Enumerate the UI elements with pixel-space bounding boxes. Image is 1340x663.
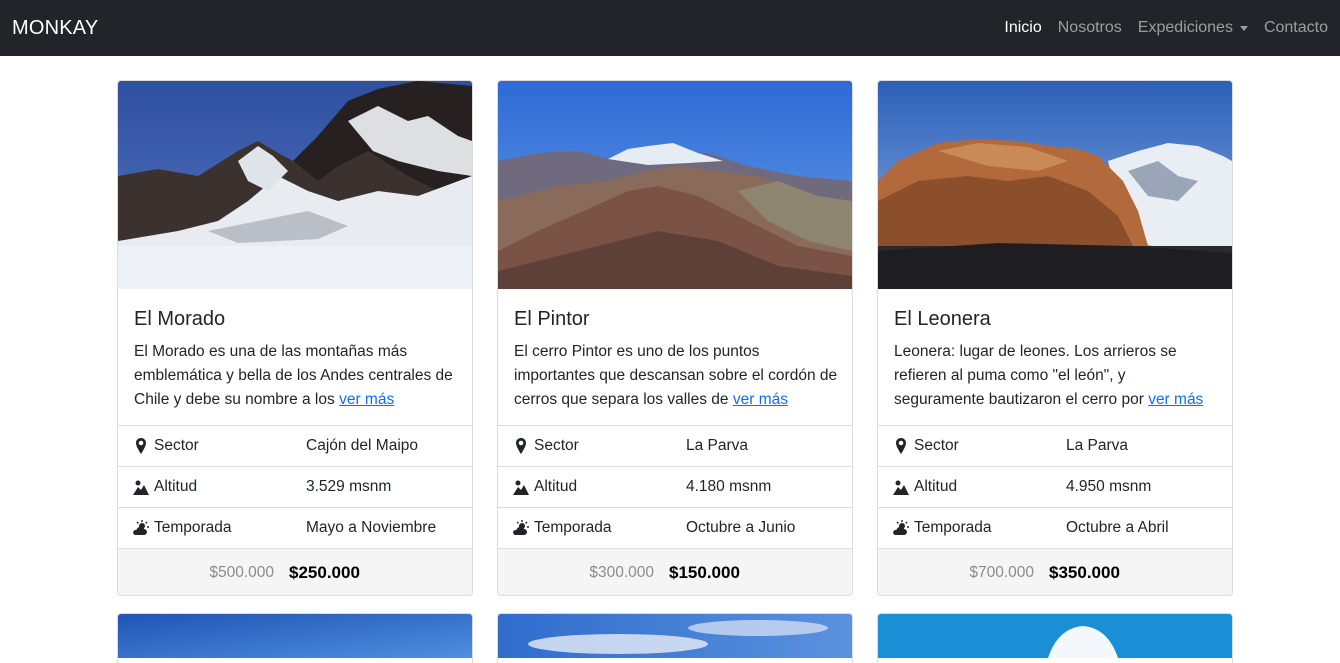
- card-image-el-pintor: [498, 81, 852, 289]
- card-image-el-leonera: [878, 81, 1232, 289]
- row-label: Altitud: [914, 478, 958, 495]
- row-value: Octubre a Junio: [686, 519, 796, 536]
- sun-cloud-icon: [893, 520, 909, 535]
- row-label: Temporada: [154, 519, 232, 536]
- info-row-sector: Sector La Parva: [498, 425, 852, 466]
- sun-cloud-icon: [133, 520, 149, 535]
- ver-mas-link[interactable]: ver más: [1148, 391, 1203, 408]
- row-value: Cajón del Maipo: [306, 437, 419, 454]
- expedition-card: El Pintor El cerro Pintor es uno de los …: [497, 80, 853, 596]
- row-value: 3.529 msnm: [306, 478, 392, 495]
- expedition-card-partial: [877, 613, 1233, 663]
- info-row-altitud: Altitud 4.950 msnm: [878, 466, 1232, 507]
- ver-mas-link[interactable]: ver más: [733, 391, 788, 408]
- card-description-text: Leonera: lugar de leones. Los arrieros s…: [894, 343, 1177, 408]
- row-value: 4.950 msnm: [1066, 478, 1152, 495]
- card-image-el-morado: [118, 81, 472, 289]
- current-price: $350.000: [1049, 563, 1120, 582]
- info-row-sector: Sector Cajón del Maipo: [118, 425, 472, 466]
- row-value: Octubre a Abril: [1066, 519, 1169, 536]
- row-label: Sector: [154, 437, 199, 454]
- info-row-altitud: Altitud 4.180 msnm: [498, 466, 852, 507]
- card-description: El cerro Pintor es uno de los puntos imp…: [514, 340, 838, 412]
- card-title: El Morado: [134, 308, 226, 330]
- card-description-text: El Morado es una de las montañas más emb…: [134, 343, 453, 408]
- mountain-icon: [133, 480, 149, 495]
- row-label: Altitud: [154, 478, 198, 495]
- card-description: Leonera: lugar de leones. Los arrieros s…: [894, 340, 1218, 412]
- row-value: Mayo a Noviembre: [306, 519, 437, 536]
- expedition-cards: El Morado El Morado es una de las montañ…: [0, 0, 1340, 663]
- info-row-temporada: Temporada Mayo a Noviembre: [118, 507, 472, 548]
- map-marker-icon: [896, 438, 906, 454]
- info-row-temporada: Temporada Octubre a Junio: [498, 507, 852, 548]
- mountain-icon: [513, 480, 529, 495]
- info-row-sector: Sector La Parva: [878, 425, 1232, 466]
- info-row-altitud: Altitud 3.529 msnm: [118, 466, 472, 507]
- row-label: Sector: [534, 437, 579, 454]
- card-footer-price: $700.000 $350.000: [878, 548, 1232, 595]
- mountain-icon: [893, 480, 909, 495]
- row-label: Temporada: [534, 519, 612, 536]
- map-marker-icon: [136, 438, 146, 454]
- card-description-text: El cerro Pintor es uno de los puntos imp…: [514, 343, 838, 408]
- info-row-temporada: Temporada Octubre a Abril: [878, 507, 1232, 548]
- ver-mas-link[interactable]: ver más: [339, 391, 394, 408]
- row-value: La Parva: [686, 437, 749, 454]
- card-description: El Morado es una de las montañas más emb…: [134, 340, 458, 412]
- current-price: $250.000: [289, 563, 360, 582]
- sun-cloud-icon: [513, 520, 529, 535]
- card-image-partial: [118, 614, 472, 658]
- card-footer-price: $500.000 $250.000: [118, 548, 472, 595]
- row-value: 4.180 msnm: [686, 478, 772, 495]
- row-label: Sector: [914, 437, 959, 454]
- card-title: El Pintor: [514, 308, 590, 330]
- row-value: La Parva: [1066, 437, 1129, 454]
- old-price: $500.000: [209, 564, 274, 581]
- map-marker-icon: [516, 438, 526, 454]
- expedition-card: El Leonera Leonera: lugar de leones. Los…: [877, 80, 1233, 596]
- card-title: El Leonera: [894, 308, 991, 330]
- row-label: Temporada: [914, 519, 992, 536]
- old-price: $300.000: [589, 564, 654, 581]
- card-image-partial: [498, 614, 852, 658]
- expedition-card-partial: [117, 613, 473, 663]
- card-image-partial: [878, 614, 1232, 658]
- row-label: Altitud: [534, 478, 578, 495]
- expedition-card-partial: [497, 613, 853, 663]
- current-price: $150.000: [669, 563, 740, 582]
- expedition-card: El Morado El Morado es una de las montañ…: [117, 80, 473, 596]
- old-price: $700.000: [969, 564, 1034, 581]
- card-footer-price: $300.000 $150.000: [498, 548, 852, 595]
